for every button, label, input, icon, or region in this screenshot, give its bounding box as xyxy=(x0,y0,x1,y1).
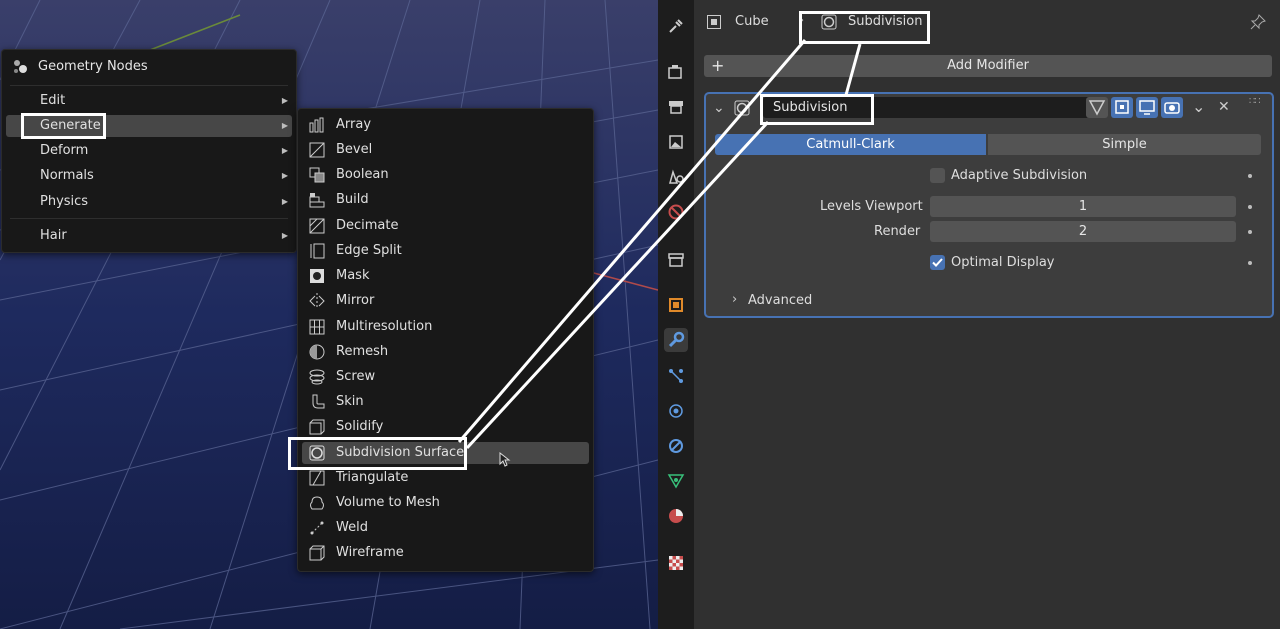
annotation-connector-lines xyxy=(457,39,862,450)
